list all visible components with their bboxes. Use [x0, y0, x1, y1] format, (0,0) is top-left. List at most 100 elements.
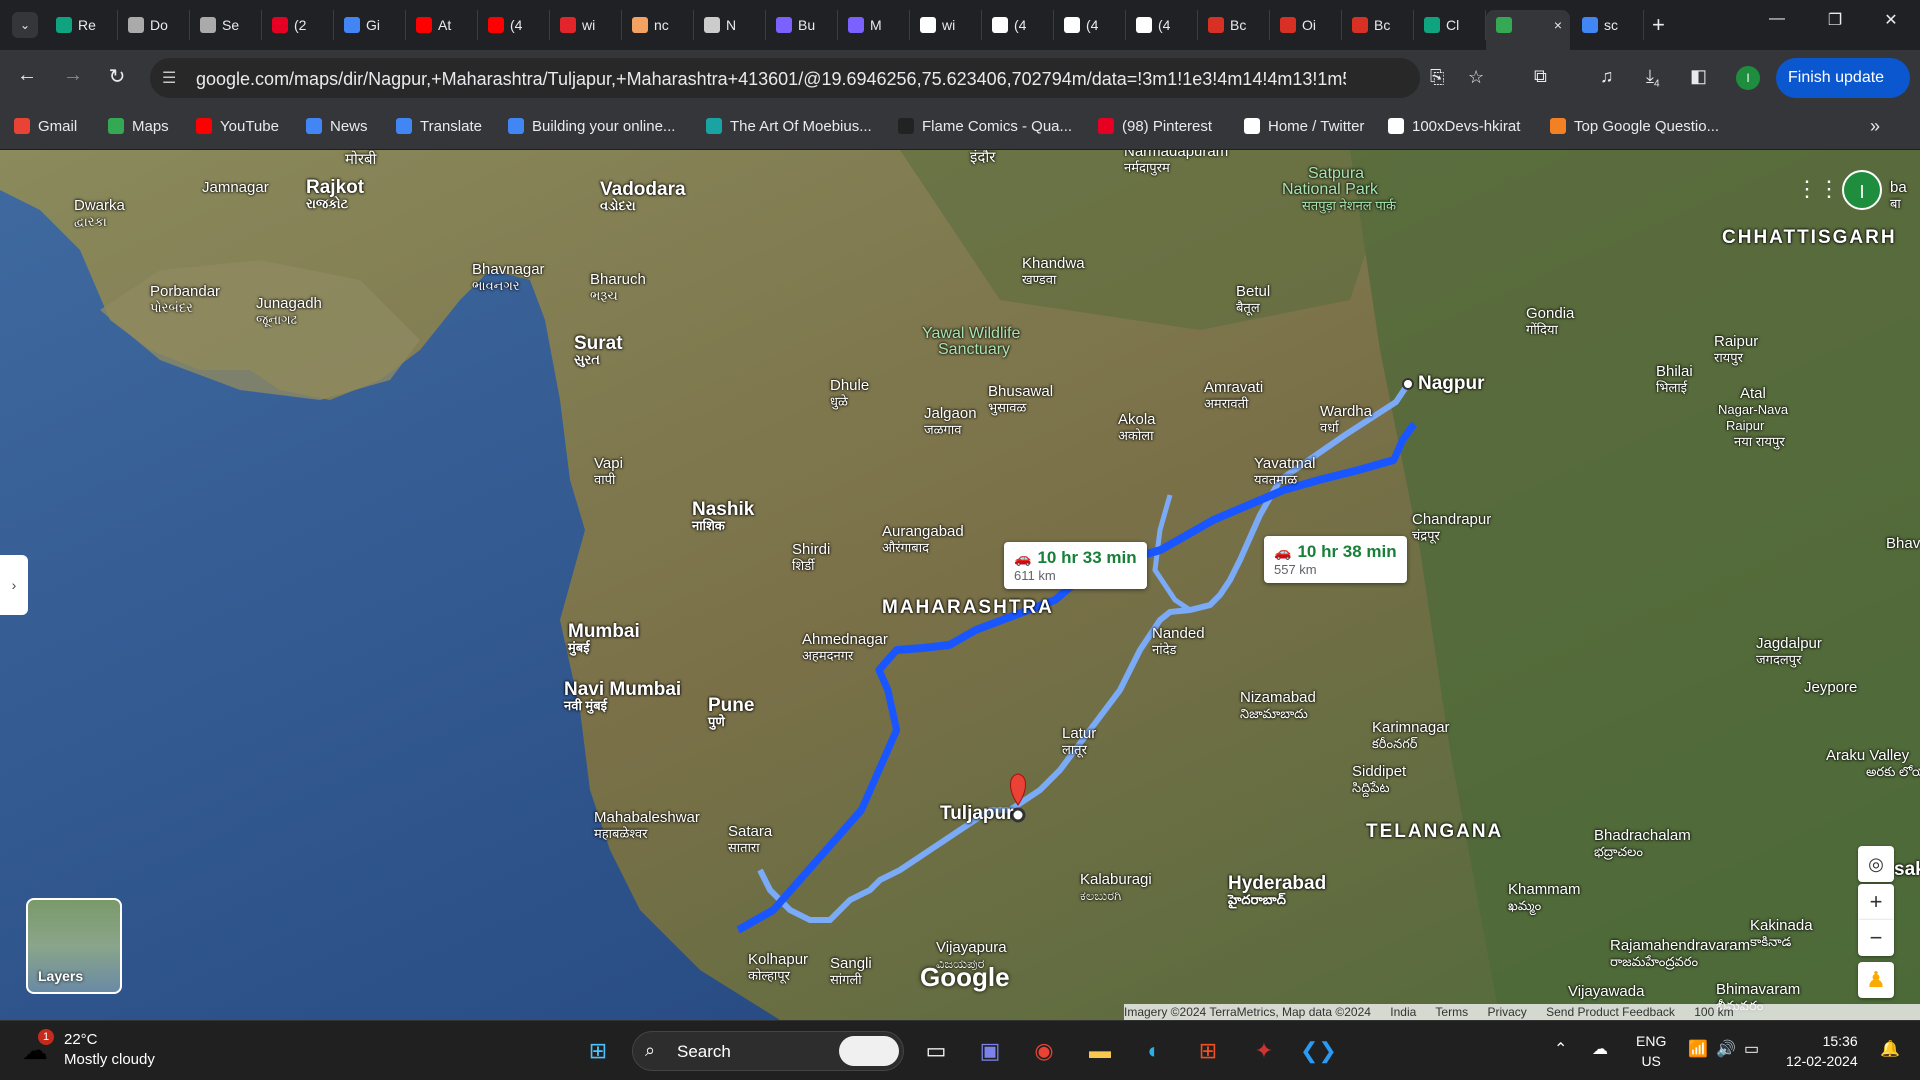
wifi-icon[interactable]: 📶 [1688, 1039, 1708, 1059]
weather-temp[interactable]: 22°C [64, 1031, 98, 1048]
map-attribution: Imagery ©2024 TerraMetrics, Map data ©20… [1124, 1004, 1920, 1020]
install-app-icon[interactable]: ⎘ [1430, 67, 1444, 88]
notification-bell-icon[interactable]: 🔔 [1880, 1039, 1900, 1059]
downloads-icon[interactable]: ⤓4 [1646, 66, 1660, 90]
weather-desc[interactable]: Mostly cloudy [64, 1051, 155, 1068]
start-button[interactable]: ⊞ [580, 1033, 616, 1069]
bookmark-star-icon[interactable]: ☆ [1468, 67, 1484, 88]
vscode-icon[interactable]: ❮❯ [1300, 1033, 1337, 1069]
region-link[interactable]: India [1390, 1005, 1416, 1019]
tab-label: Do [150, 17, 168, 33]
map-label: Khandwa खण्डवा [1022, 255, 1085, 288]
tab[interactable]: Bc [1342, 10, 1414, 40]
tab[interactable]: (4 [982, 10, 1054, 40]
my-location-icon[interactable]: ◎ [1858, 846, 1894, 882]
store-icon[interactable]: ⊞ [1190, 1033, 1226, 1069]
bookmark-item[interactable]: The Art Of Moebius... [706, 118, 872, 135]
extensions-icon[interactable]: ⧉ [1534, 66, 1547, 87]
tray-overflow-icon[interactable]: ⌃ [1554, 1039, 1567, 1059]
map-label: मोरबी [345, 151, 377, 168]
tab[interactable]: (2 [262, 10, 334, 40]
tab[interactable]: Cl [1414, 10, 1486, 40]
tab[interactable]: Oi [1270, 10, 1342, 40]
tab[interactable]: Re [46, 10, 118, 40]
tab-close-icon[interactable]: × [1554, 10, 1562, 40]
bookmark-item[interactable]: Translate [396, 118, 482, 135]
finish-update-button[interactable]: Finish update ⋮ [1776, 58, 1910, 126]
bookmark-item[interactable]: Maps [108, 118, 169, 135]
expand-side-panel-button[interactable]: › [0, 555, 28, 615]
tab[interactable]: (4 [1126, 10, 1198, 40]
scale-bar[interactable]: 100 km [1694, 1005, 1733, 1019]
forward-button[interactable]: → [58, 64, 88, 87]
route-time-pill-primary[interactable]: 🚗 10 hr 33 min 611 km [1004, 542, 1147, 589]
taskbar-search[interactable]: ⌕ Search [632, 1031, 904, 1071]
url-text[interactable]: google.com/maps/dir/Nagpur,+Maharashtra/… [196, 69, 1346, 90]
teams-icon[interactable]: ▣ [972, 1033, 1008, 1069]
tab[interactable]: wi [550, 10, 622, 40]
bookmark-item[interactable]: Top Google Questio... [1550, 118, 1719, 135]
edge-icon[interactable]: ◐ [1136, 1033, 1172, 1069]
tab[interactable]: Bu [766, 10, 838, 40]
tab[interactable]: M [838, 10, 910, 40]
more-bookmarks-icon[interactable]: » [1870, 116, 1880, 137]
media-control-icon[interactable]: ♫ [1600, 66, 1614, 87]
task-view-icon[interactable]: ▭ [918, 1033, 954, 1069]
layers-button[interactable]: Layers [26, 898, 122, 994]
bookmark-item[interactable]: Home / Twitter [1244, 118, 1364, 135]
copilot-icon[interactable] [839, 1036, 899, 1066]
street-view-pegman-icon[interactable]: ♟ [1858, 962, 1894, 998]
back-button[interactable]: ← [12, 64, 42, 87]
map-view[interactable]: मोरबी इंदौर Narmadapuram नर्मदापुरम Satpu… [0, 150, 1920, 1020]
bookmark-item[interactable]: Flame Comics - Qua... [898, 118, 1072, 135]
tab[interactable]: sc [1572, 10, 1644, 40]
bookmark-item[interactable]: News [306, 118, 368, 135]
bookmark-item[interactable]: Building your online... [508, 118, 675, 135]
route-time-pill-alternate[interactable]: 🚗 10 hr 38 min 557 km [1264, 536, 1407, 583]
side-panel-icon[interactable]: ◧ [1690, 66, 1707, 87]
tab[interactable]: N [694, 10, 766, 40]
tab[interactable]: Bc [1198, 10, 1270, 40]
address-bar[interactable]: ☰ google.com/maps/dir/Nagpur,+Maharashtr… [150, 58, 1484, 98]
zoom-in-button[interactable]: + [1858, 884, 1894, 920]
battery-icon[interactable]: ▭ [1744, 1039, 1759, 1059]
car-icon: 🚗 [1014, 550, 1032, 566]
tab-active[interactable]: × [1486, 10, 1570, 50]
tab-search-button[interactable]: ⌄ [12, 12, 38, 38]
tab-label: nc [654, 17, 669, 33]
bookmark-item[interactable]: Gmail [14, 118, 77, 135]
tab[interactable]: (4 [478, 10, 550, 40]
bookmark-item[interactable]: 100xDevs-hkirat [1388, 118, 1520, 135]
tab[interactable]: At [406, 10, 478, 40]
feedback-link[interactable]: Send Product Feedback [1546, 1005, 1675, 1019]
minimize-button[interactable]: — [1752, 10, 1802, 28]
tab[interactable]: Do [118, 10, 190, 40]
restore-button[interactable]: ❐ [1810, 10, 1860, 30]
file-explorer-icon[interactable]: ▬ [1082, 1033, 1118, 1069]
chatgpt-icon [1424, 17, 1440, 33]
privacy-link[interactable]: Privacy [1487, 1005, 1526, 1019]
bookmark-item[interactable]: (98) Pinterest [1098, 118, 1212, 135]
profile-avatar[interactable]: I [1736, 66, 1760, 90]
tab[interactable]: wi [910, 10, 982, 40]
tab[interactable]: Gi [334, 10, 406, 40]
x-icon [1244, 118, 1260, 134]
tab[interactable]: nc [622, 10, 694, 40]
language-indicator[interactable]: ENG US [1636, 1031, 1666, 1071]
zoom-out-button[interactable]: − [1858, 920, 1894, 956]
account-avatar[interactable]: I [1842, 170, 1882, 210]
reload-button[interactable]: ↻ [102, 64, 132, 89]
volume-icon[interactable]: 🔊 [1716, 1039, 1736, 1059]
onedrive-icon[interactable]: ☁ [1592, 1039, 1608, 1059]
terms-link[interactable]: Terms [1435, 1005, 1468, 1019]
new-tab-button[interactable]: + [1652, 12, 1665, 38]
clock[interactable]: 15:36 12-02-2024 [1786, 1031, 1858, 1071]
tab[interactable]: Se [190, 10, 262, 40]
app-icon[interactable]: ✦ [1246, 1033, 1282, 1069]
chrome-icon[interactable]: ◉ [1026, 1033, 1062, 1069]
close-window-button[interactable]: ✕ [1866, 10, 1916, 30]
site-info-icon[interactable]: ☰ [162, 68, 176, 88]
tab[interactable]: (4 [1054, 10, 1126, 40]
origin-marker [1402, 378, 1414, 390]
bookmark-item[interactable]: YouTube [196, 118, 279, 135]
